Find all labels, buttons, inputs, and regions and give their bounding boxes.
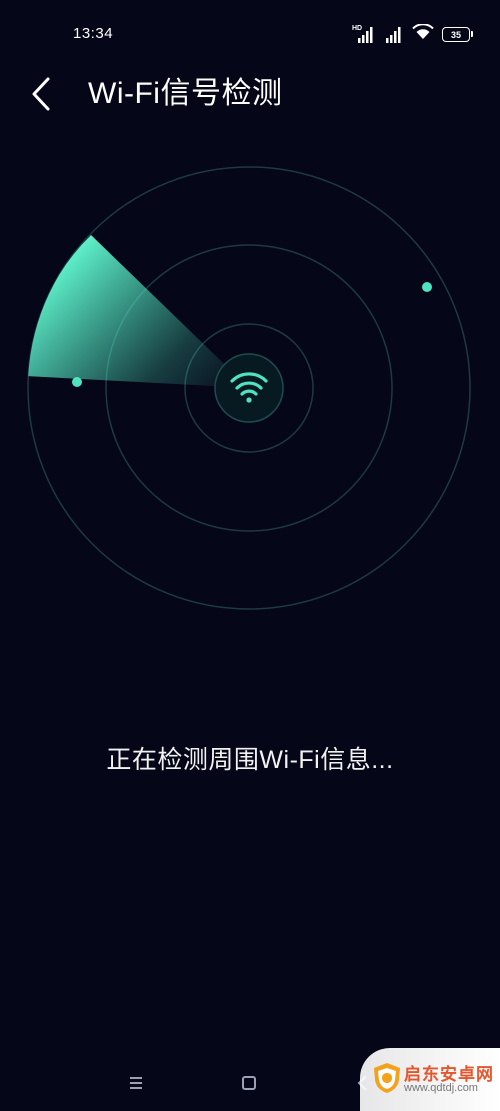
scan-status-text: 正在检测周围Wi-Fi信息... (106, 746, 394, 774)
page-title: Wi-Fi信号检测 (88, 77, 283, 110)
status-bar: 13:34 HD 35 (0, 0, 500, 70)
radar-sweep (28, 235, 249, 388)
square-icon (242, 1076, 256, 1090)
status-time: 13:34 (73, 25, 114, 42)
menu-icon (130, 1077, 142, 1089)
status-icons: HD 35 (352, 23, 473, 45)
radar-scanner (27, 166, 471, 610)
wifi-detect-screen: 13:34 HD 35 Wi-Fi信号检测 正在检测周围Wi-Fi信息... 启… (0, 0, 500, 1111)
detected-device-dot (422, 282, 432, 292)
shield-logo-icon (374, 1063, 400, 1093)
chevron-left-icon (32, 77, 50, 111)
signal-hd-icon: HD (352, 25, 374, 43)
watermark: 启东安卓网 www.qdtdj.com (360, 1048, 500, 1111)
back-button[interactable] (20, 72, 64, 116)
signal-icon (382, 26, 404, 43)
detected-device-dot (72, 377, 82, 387)
battery-icon: 35 (442, 27, 473, 42)
watermark-url: www.qdtdj.com (404, 1082, 478, 1094)
battery-level: 35 (450, 29, 461, 40)
wifi-status-icon (412, 23, 434, 45)
center-wifi-badge (214, 353, 284, 423)
nav-menu-button[interactable] (120, 1067, 152, 1099)
nav-home-button[interactable] (233, 1067, 265, 1099)
